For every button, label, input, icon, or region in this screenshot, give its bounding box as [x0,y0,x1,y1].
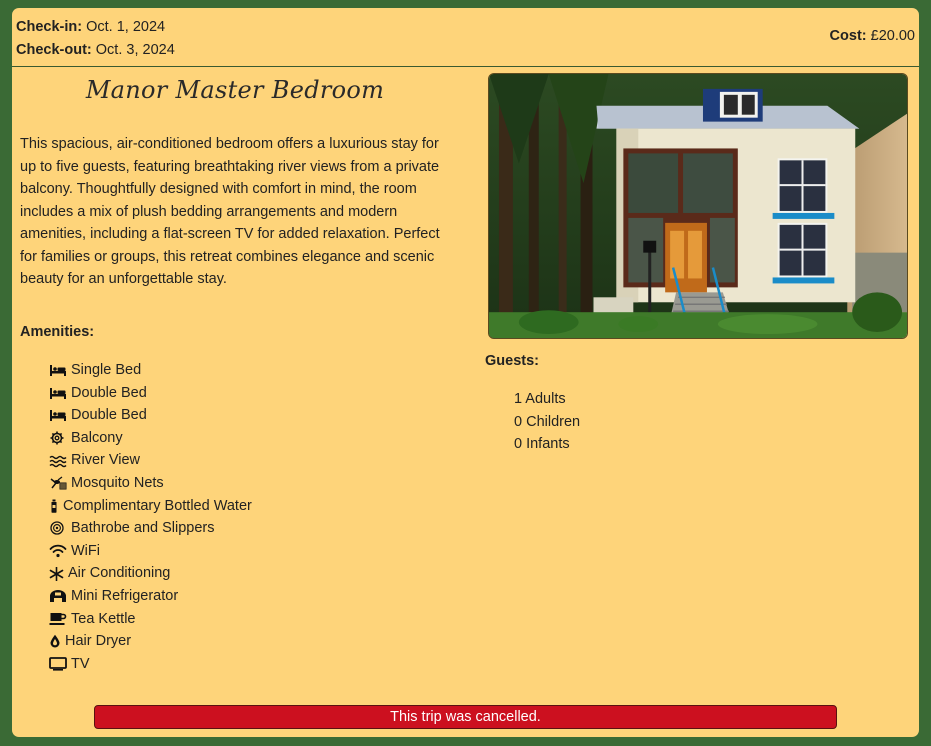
bed-icon [49,408,67,422]
mosquito-icon [49,476,67,490]
fridge-icon [49,589,67,603]
booking-card: Check-in: Oct. 1, 2024 Check-out: Oct. 3… [12,8,919,737]
checkin-value: Oct. 1, 2024 [86,19,166,35]
droplet-icon [49,634,61,648]
amenity-item: Bathrobe and Slippers [49,517,252,540]
guests-adults: 1 Adults [514,391,566,407]
wifi-icon [49,544,67,558]
water-icon [49,454,67,468]
room-title: Manor Master Bedroom [85,76,385,104]
amenity-item: Hair Dryer [49,630,252,653]
guests-infants: 0 Infants [514,436,570,453]
kettle-icon [49,612,67,626]
cancelled-status-banner: This trip was cancelled. [94,705,837,729]
cost-label: Cost: [829,28,867,44]
amenity-item: River View [49,449,252,472]
amenity-item: WiFi [49,540,252,563]
room-description: This spacious, air-conditioned bedroom o… [20,136,440,287]
bed-icon [49,363,67,377]
cost-row: Cost: £20.00 [830,28,915,44]
robe-icon [49,521,67,536]
gear-icon [49,431,67,445]
amenity-item: Balcony [49,427,252,450]
bed-icon [49,386,67,400]
checkout-row: Check-out: Oct. 3, 2024 [16,39,175,62]
amenity-item: Double Bed [49,404,252,427]
amenity-item: TV [49,653,252,676]
guests-heading: Guests: [485,353,539,369]
checkout-label: Check-out: [16,42,92,58]
bottle-icon [49,499,59,513]
cost-value: £20.00 [870,28,915,44]
snowflake-icon [49,566,64,581]
amenity-item: Double Bed [49,382,252,405]
checkin-row: Check-in: Oct. 1, 2024 [16,16,175,39]
guests-children: 0 Children [514,413,581,430]
checkin-label: Check-in: [16,19,83,35]
amenity-item: Single Bed [49,359,252,382]
amenities-list: Single Bed Double Bed Double Bed Balcony… [49,359,252,675]
tv-icon [49,657,67,671]
booking-header: Check-in: Oct. 1, 2024 Check-out: Oct. 3… [12,8,919,67]
amenity-item: Mosquito Nets [49,472,252,495]
amenity-item: Tea Kettle [49,608,252,631]
room-photo [488,73,908,339]
amenity-item: Complimentary Bottled Water [49,495,252,518]
amenity-item: Mini Refrigerator [49,585,252,608]
amenities-heading: Amenities: [20,324,95,340]
guests-list: 1 Adults 0 Children 0 Infants [514,388,580,456]
amenity-item: Air Conditioning [49,562,252,585]
booking-dates: Check-in: Oct. 1, 2024 Check-out: Oct. 3… [16,16,175,62]
checkout-value: Oct. 3, 2024 [95,42,175,58]
